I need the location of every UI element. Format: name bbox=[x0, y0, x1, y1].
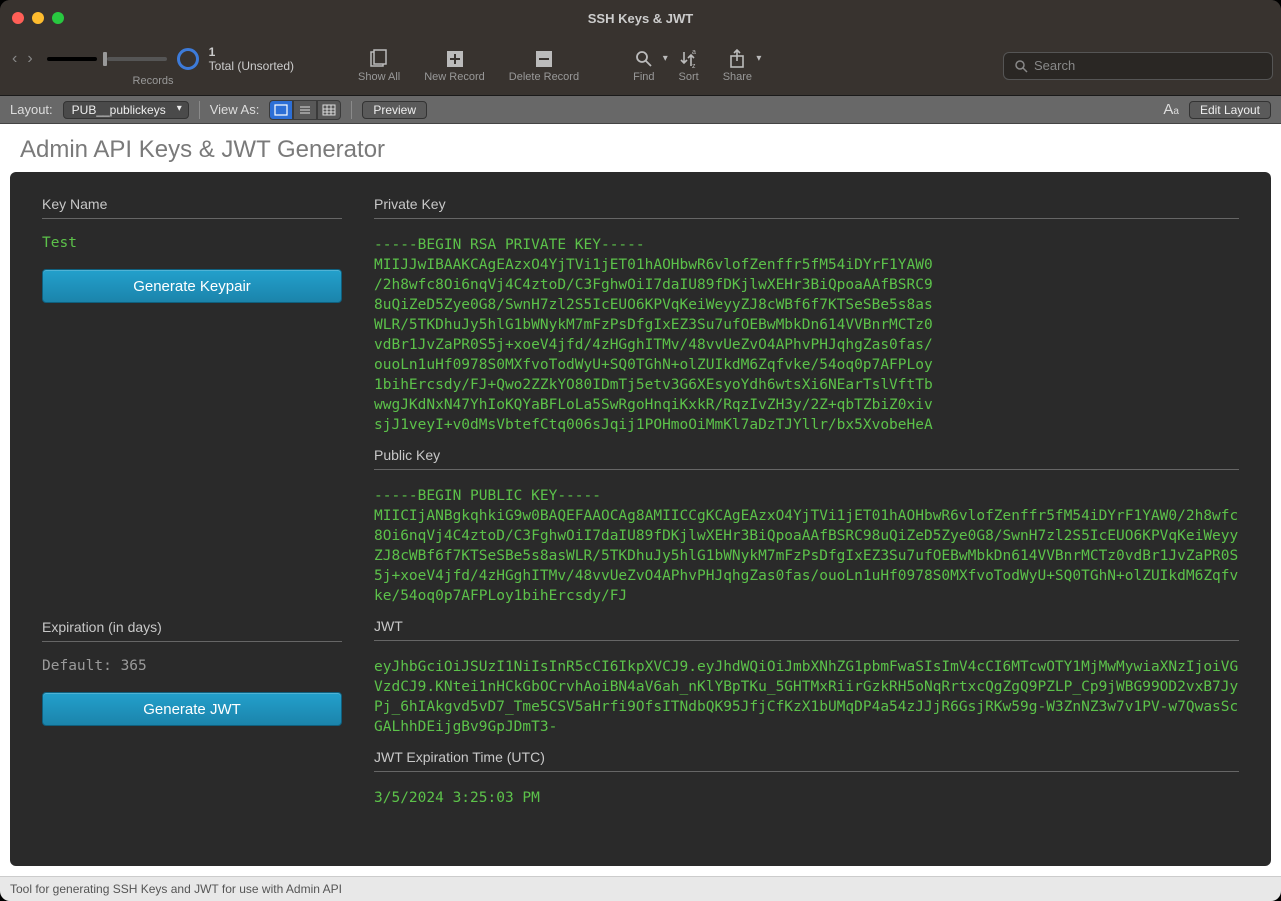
delete-record-button[interactable]: Delete Record bbox=[497, 49, 591, 83]
divider bbox=[351, 101, 352, 119]
status-text: Tool for generating SSH Keys and JWT for… bbox=[10, 882, 342, 896]
window-title: SSH Keys & JWT bbox=[588, 11, 693, 26]
search-icon bbox=[1014, 59, 1028, 73]
svg-text:a: a bbox=[692, 49, 696, 56]
records-widget: 1 Total (Unsorted) bbox=[47, 45, 294, 73]
jwt-exp-label: JWT Expiration Time (UTC) bbox=[374, 749, 1239, 772]
private-key-label: Private Key bbox=[374, 196, 1239, 219]
left-column: Key Name Test Generate Keypair Expiratio… bbox=[42, 196, 342, 842]
expiration-label: Expiration (in days) bbox=[42, 619, 342, 642]
layout-label: Layout: bbox=[10, 102, 53, 117]
close-window-button[interactable] bbox=[12, 12, 24, 24]
layout-dropdown[interactable]: PUB__publickeys bbox=[63, 101, 189, 119]
status-bar: Tool for generating SSH Keys and JWT for… bbox=[0, 876, 1281, 901]
delete-record-icon bbox=[534, 49, 554, 69]
edit-layout-button[interactable]: Edit Layout bbox=[1189, 101, 1271, 119]
share-button[interactable]: ▾ Share bbox=[711, 49, 764, 83]
new-record-icon bbox=[445, 49, 465, 69]
preview-button[interactable]: Preview bbox=[362, 101, 427, 119]
find-icon: ▾ bbox=[634, 49, 654, 69]
toolbar-search-input[interactable]: Search bbox=[1003, 52, 1273, 80]
view-form-button[interactable] bbox=[269, 100, 293, 120]
generate-jwt-button[interactable]: Generate JWT bbox=[42, 692, 342, 726]
titlebar: SSH Keys & JWT bbox=[0, 0, 1281, 36]
form-panel: Key Name Test Generate Keypair Expiratio… bbox=[10, 172, 1271, 866]
generate-keypair-button[interactable]: Generate Keypair bbox=[42, 269, 342, 303]
record-status: Total (Unsorted) bbox=[209, 59, 294, 73]
divider bbox=[199, 101, 200, 119]
maximize-window-button[interactable] bbox=[52, 12, 64, 24]
key-name-label: Key Name bbox=[42, 196, 342, 219]
window-controls bbox=[12, 12, 64, 24]
page-title: Admin API Keys & JWT Generator bbox=[0, 124, 1281, 172]
search-placeholder: Search bbox=[1034, 58, 1075, 73]
minimize-window-button[interactable] bbox=[32, 12, 44, 24]
right-column: Private Key -----BEGIN RSA PRIVATE KEY--… bbox=[374, 196, 1239, 842]
record-slider[interactable] bbox=[107, 57, 167, 61]
public-key-field[interactable]: -----BEGIN PUBLIC KEY----- MIICIjANBgkqh… bbox=[374, 480, 1239, 608]
svg-text:z: z bbox=[692, 63, 696, 69]
record-number-box[interactable] bbox=[47, 57, 97, 61]
record-count: 1 bbox=[209, 45, 294, 59]
jwt-exp-field: 3/5/2024 3:25:03 PM bbox=[374, 782, 1239, 810]
view-table-button[interactable] bbox=[317, 100, 341, 120]
show-all-icon bbox=[369, 49, 389, 69]
share-icon: ▾ bbox=[727, 49, 747, 69]
private-key-field[interactable]: -----BEGIN RSA PRIVATE KEY----- MIIJJwIB… bbox=[374, 229, 1239, 437]
expiration-field[interactable]: Default: 365 bbox=[42, 650, 342, 678]
key-name-field[interactable]: Test bbox=[42, 227, 342, 255]
nav-back-button[interactable]: ‹ bbox=[12, 50, 17, 68]
records-pie-icon bbox=[177, 48, 199, 70]
records-label: Records bbox=[133, 75, 174, 87]
main-toolbar: ‹ › 1 Total (Unsorted) Records bbox=[0, 36, 1281, 96]
find-button[interactable]: ▾ Find bbox=[621, 49, 666, 83]
text-format-icon[interactable]: Aa bbox=[1163, 101, 1179, 118]
view-as-buttons bbox=[269, 100, 341, 120]
content-area: Admin API Keys & JWT Generator Key Name … bbox=[0, 124, 1281, 876]
new-record-button[interactable]: New Record bbox=[412, 49, 497, 83]
sort-button[interactable]: az Sort bbox=[667, 49, 711, 83]
app-window: SSH Keys & JWT ‹ › 1 Total (Unsorted) bbox=[0, 0, 1281, 901]
sort-icon: az bbox=[679, 49, 699, 69]
view-list-button[interactable] bbox=[293, 100, 317, 120]
public-key-label: Public Key bbox=[374, 447, 1239, 470]
view-as-label: View As: bbox=[210, 102, 260, 117]
layout-bar: Layout: PUB__publickeys View As: Preview… bbox=[0, 96, 1281, 124]
nav-forward-button[interactable]: › bbox=[27, 50, 32, 68]
jwt-label: JWT bbox=[374, 618, 1239, 641]
jwt-field[interactable]: eyJhbGciOiJSUzI1NiIsInR5cCI6IkpXVCJ9.eyJ… bbox=[374, 651, 1239, 739]
show-all-button[interactable]: Show All bbox=[346, 49, 412, 83]
